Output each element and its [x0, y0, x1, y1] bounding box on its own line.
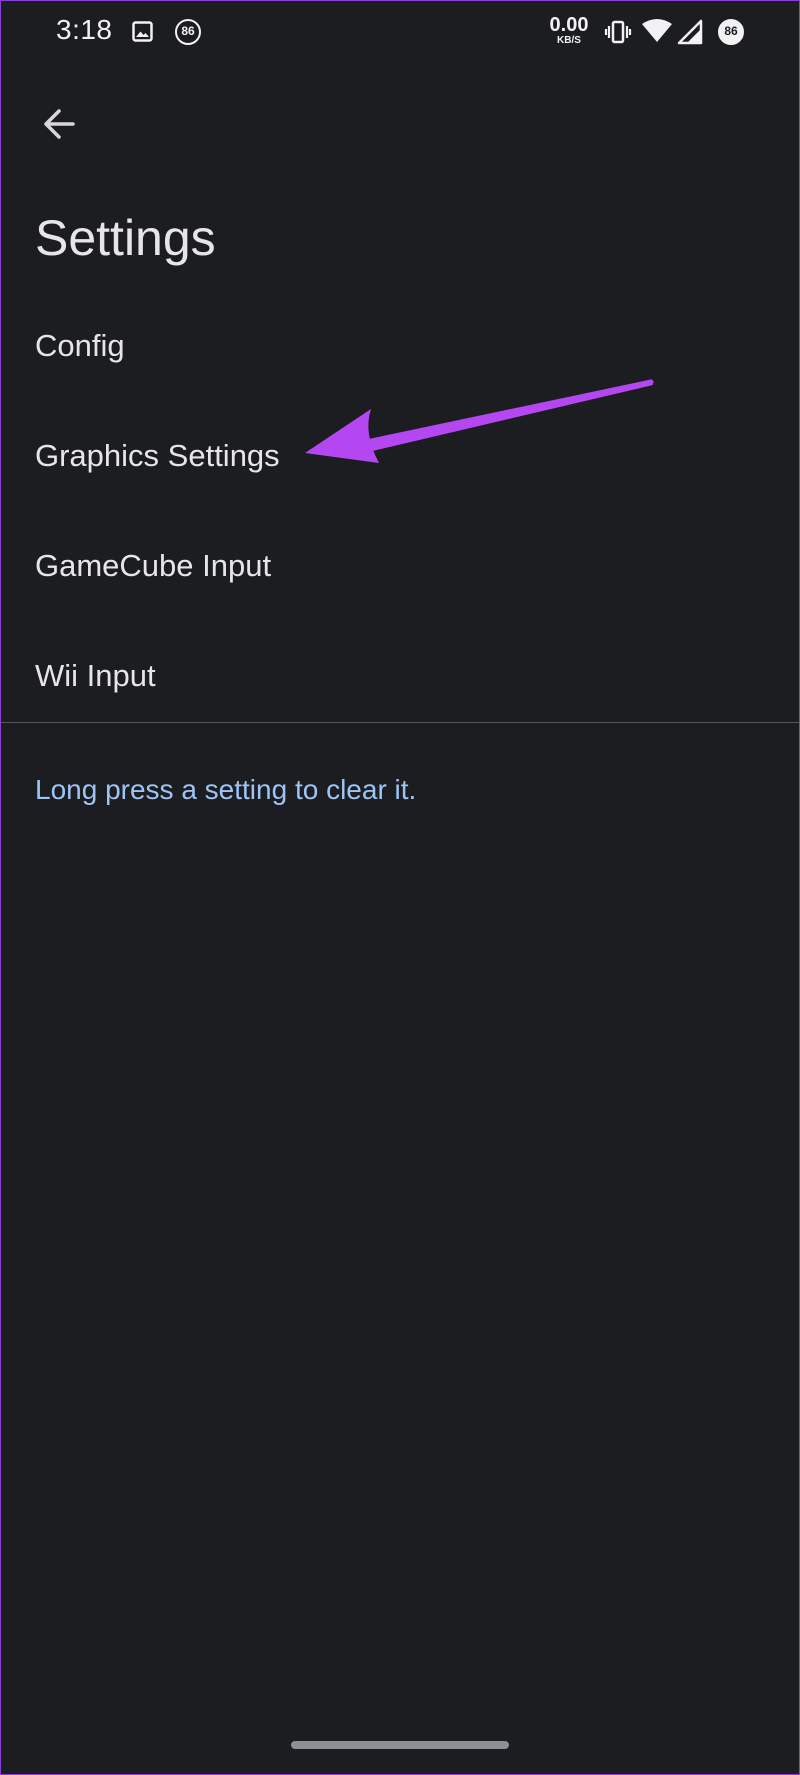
- network-speed-value: 0.00: [549, 14, 589, 36]
- settings-item-wii-input[interactable]: Wii Input: [1, 621, 799, 731]
- status-bar: 3:18 86 0.00 KB/S 86: [1, 1, 799, 63]
- network-speed: 0.00 KB/S: [547, 15, 591, 46]
- settings-item-label: Graphics Settings: [35, 438, 280, 473]
- navigation-handle[interactable]: [291, 1741, 509, 1749]
- status-time: 3:18: [56, 14, 113, 45]
- network-speed-unit: KB/S: [557, 35, 581, 46]
- settings-item-label: Config: [35, 328, 125, 363]
- phone-screen: 3:18 86 0.00 KB/S 86 Settings Config Gra…: [0, 0, 800, 1775]
- settings-item-gamecube-input[interactable]: GameCube Input: [1, 511, 799, 621]
- page-title: Settings: [35, 210, 216, 266]
- vibrate-icon: [604, 20, 632, 44]
- battery-indicator: 86: [718, 19, 744, 45]
- settings-list: Config Graphics Settings GameCube Input …: [1, 291, 799, 731]
- wifi-icon: [642, 19, 672, 42]
- settings-item-label: Wii Input: [35, 658, 156, 693]
- hint-text: Long press a setting to clear it.: [35, 774, 417, 805]
- settings-item-label: GameCube Input: [35, 548, 272, 583]
- image-icon: [132, 21, 153, 42]
- signal-icon: [677, 19, 703, 45]
- annotation-arrow-icon: [305, 379, 654, 463]
- notification-badge: 86: [175, 19, 201, 45]
- divider: [1, 722, 799, 723]
- back-button[interactable]: [31, 96, 87, 152]
- arrow-back-icon: [44, 109, 75, 139]
